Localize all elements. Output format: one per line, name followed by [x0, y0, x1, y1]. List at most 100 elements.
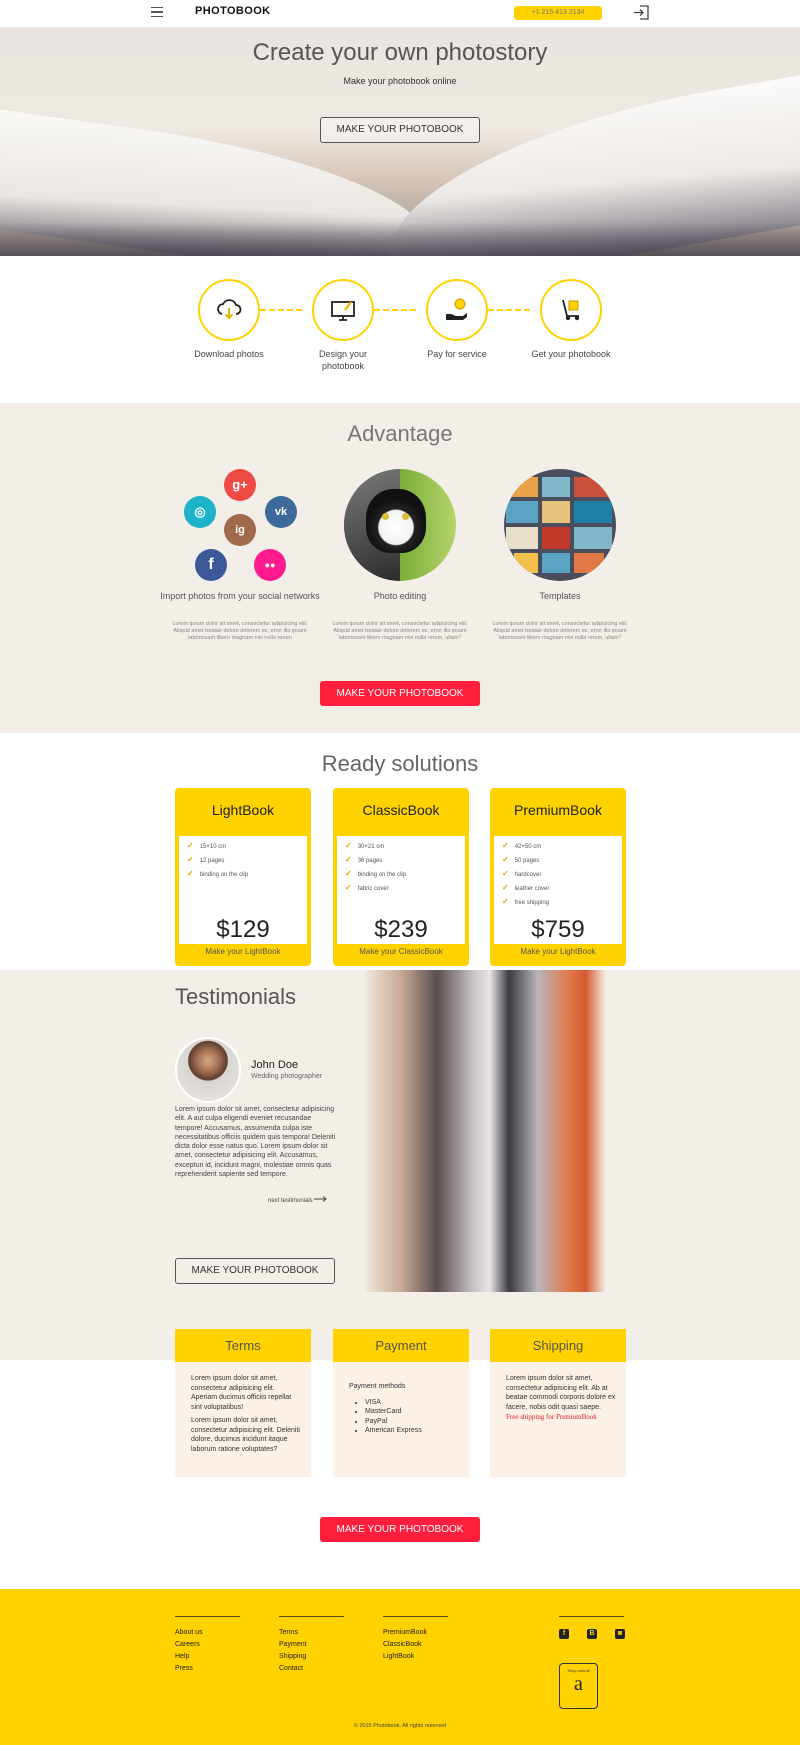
- blogger-icon[interactable]: B: [587, 1629, 597, 1639]
- feature-item: ✓ binding on the clip: [345, 869, 407, 879]
- footer-link-contact[interactable]: Contact: [279, 1663, 307, 1675]
- google-plus-icon[interactable]: g+: [224, 469, 256, 501]
- arrow-right-icon: [314, 1196, 328, 1202]
- feature-item: ✓ 12 pages: [187, 855, 225, 865]
- shipping-text: Lorem ipsum dolor sit amet, consectetur …: [506, 1374, 616, 1423]
- check-icon: ✓: [345, 855, 352, 864]
- premiumbook-card[interactable]: PremiumBook ✓ 42×50 cm ✓ 50 pages ✓ hardcov…: [490, 788, 626, 966]
- payment-methods-heading: Payment methods: [349, 1383, 406, 1390]
- classicbook-card[interactable]: ClassicBook ✓ 30×21 cm ✓ 36 pages ✓ binding…: [333, 788, 469, 966]
- card-link[interactable]: Make your LightBook: [490, 947, 626, 956]
- payment-method: PayPal: [365, 1417, 459, 1427]
- free-shipping-note: Free shipping for PremiumBook: [506, 1413, 597, 1421]
- terms-title: Terms: [175, 1329, 311, 1362]
- terms-paragraph: Lorem ipsum dolor sit amet, consectetur …: [191, 1417, 300, 1453]
- testimonials-title: Testimonials: [175, 984, 297, 1009]
- amazon-badge[interactable]: Shop now at a: [559, 1663, 598, 1709]
- next-testimonial-label[interactable]: next testimonials: [268, 1198, 313, 1204]
- terms-card: Terms Lorem ipsum dolor sit amet, consec…: [175, 1329, 311, 1477]
- footer-link-lightbook[interactable]: LightBook: [383, 1651, 427, 1663]
- footer-link-classicbook[interactable]: ClassicBook: [383, 1639, 427, 1651]
- instagram-icon[interactable]: ig: [224, 514, 256, 546]
- step-label: Download photos: [194, 349, 264, 359]
- lightbook-card[interactable]: LightBook ✓ 15×10 cm ✓ 12 pages ✓ binding o…: [175, 788, 311, 966]
- check-icon: ✓: [502, 841, 509, 850]
- vk-icon[interactable]: vk: [265, 496, 297, 528]
- hero-banner: Create your own photostory Make your pho…: [0, 27, 800, 256]
- advantage-make-photobook-button[interactable]: MAKE YOUR PHOTOBOOK: [320, 681, 480, 706]
- footer-link-careers[interactable]: Careers: [175, 1639, 203, 1651]
- feature-item: ✓ 42×50 cm: [502, 841, 542, 851]
- instagram-icon[interactable]: ◙: [615, 1629, 625, 1639]
- check-icon: ✓: [187, 841, 194, 850]
- step-connector: [260, 309, 302, 311]
- check-icon: ✓: [502, 855, 509, 864]
- amazon-logo-icon: a: [574, 1673, 583, 1695]
- hero-make-photobook-button[interactable]: MAKE YOUR PHOTOBOOK: [320, 117, 480, 143]
- templates-collage-image: [504, 469, 616, 581]
- check-icon: ✓: [187, 855, 194, 864]
- step-get-circle: [540, 279, 602, 341]
- card-price: $759: [531, 916, 585, 943]
- check-icon: ✓: [345, 883, 352, 892]
- footer-link-about[interactable]: About us: [175, 1627, 203, 1639]
- hero-title: Create your own photostory: [252, 39, 548, 66]
- footer-link-press[interactable]: Press: [175, 1663, 203, 1675]
- card-link[interactable]: Make your ClassicBook: [333, 947, 469, 956]
- phone-badge[interactable]: +1 215 413 2134: [514, 6, 602, 20]
- site-logo[interactable]: PHOTOBOOK: [195, 5, 271, 17]
- footer-col-info: Terms Payment Shipping Contact: [279, 1627, 307, 1675]
- hand-truck-icon: [562, 299, 580, 321]
- card-body: ✓ 15×10 cm ✓ 12 pages ✓ binding on the clip…: [179, 836, 307, 944]
- footer-link-terms[interactable]: Terms: [279, 1627, 307, 1639]
- facebook-icon[interactable]: f: [195, 549, 227, 581]
- feature-item: ✓ binding on the clip: [187, 869, 249, 879]
- card-link[interactable]: Make your LightBook: [175, 947, 311, 956]
- footer-link-help[interactable]: Help: [175, 1651, 203, 1663]
- check-icon: ✓: [345, 841, 352, 850]
- login-icon[interactable]: [633, 5, 649, 20]
- step-download-circle: [198, 279, 260, 341]
- feature-item: ✓ leather cover: [502, 883, 550, 893]
- hand-coin-icon: [446, 298, 467, 320]
- copyright: © 2015 Photobook. All rights reserved: [353, 1723, 447, 1729]
- footer-link-payment[interactable]: Payment: [279, 1639, 307, 1651]
- advantage-text: Lorem ipsum dolor sit amet, consectetur …: [172, 621, 308, 641]
- card-body: ✓ 30×21 cm ✓ 36 pages ✓ binding on the clip…: [337, 836, 465, 944]
- check-icon: ✓: [502, 869, 509, 878]
- cloud-download-icon: [217, 299, 242, 320]
- feature-item: ✓ free shipping: [502, 897, 550, 907]
- shipping-card: Shipping Lorem ipsum dolor sit amet, con…: [490, 1329, 626, 1477]
- check-icon: ✓: [345, 869, 352, 878]
- cta-make-photobook-button[interactable]: MAKE YOUR PHOTOBOOK: [320, 1517, 480, 1542]
- payment-text: Payment methods VISA MasterCard PayPal A…: [349, 1382, 459, 1436]
- footer-link-shipping[interactable]: Shipping: [279, 1651, 307, 1663]
- check-icon: ✓: [502, 883, 509, 892]
- footer-link-premiumbook[interactable]: PremiumBook: [383, 1627, 427, 1639]
- step-label: Get your photobook: [531, 349, 611, 359]
- payment-card: Payment Payment methods VISA MasterCard …: [333, 1329, 469, 1477]
- terms-paragraph: Lorem ipsum dolor sit amet, consectetur …: [191, 1375, 292, 1411]
- testimonials-make-photobook-button[interactable]: MAKE YOUR PHOTOBOOK: [175, 1258, 335, 1284]
- feature-item: ✓ fabric cover: [345, 883, 389, 893]
- step-connector: [488, 309, 530, 311]
- flickr-icon[interactable]: ●●: [254, 549, 286, 581]
- step-label: Pay for service: [427, 349, 487, 359]
- payment-title: Payment: [333, 1329, 469, 1362]
- testimonial-text: Lorem ipsum dolor sit amet, consectetur …: [175, 1106, 336, 1179]
- footer-col-company: About us Careers Help Press: [175, 1627, 203, 1675]
- aperture-icon[interactable]: ◎: [184, 496, 216, 528]
- feature-item: ✓ 50 pages: [502, 855, 540, 865]
- footer-divider: [383, 1616, 448, 1617]
- advantage-label: Photo editing: [373, 591, 427, 601]
- avatar: [175, 1037, 241, 1103]
- terms-text: Lorem ipsum dolor sit amet, consectetur …: [191, 1374, 301, 1454]
- feature-item: ✓ 30×21 cm: [345, 841, 385, 851]
- menu-icon[interactable]: [151, 7, 163, 17]
- footer-divider: [559, 1616, 624, 1617]
- shipping-paragraph: Lorem ipsum dolor sit amet, consectetur …: [506, 1375, 616, 1411]
- next-testimonial-link[interactable]: next testimonials: [268, 1196, 328, 1204]
- advantage-section: Advantage g+ ◎ vk ig f ●● Import photos …: [0, 403, 800, 733]
- facebook-icon[interactable]: f: [559, 1629, 569, 1639]
- book-spine-photo: [365, 970, 605, 1292]
